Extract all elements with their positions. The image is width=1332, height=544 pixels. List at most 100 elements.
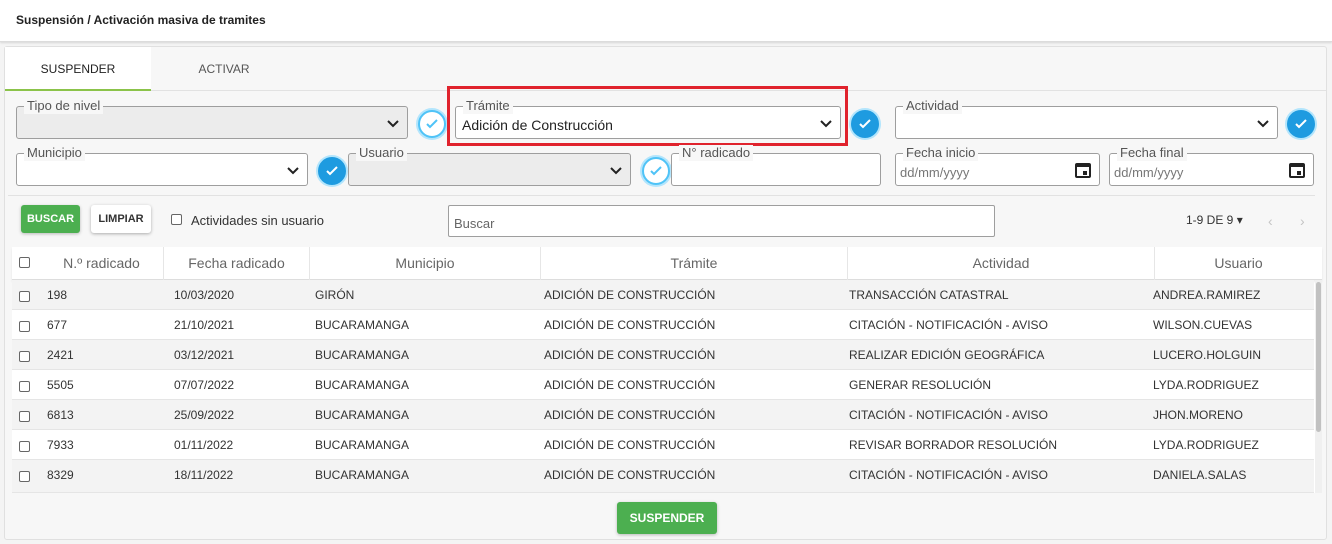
tramite-check-toggle[interactable]	[851, 110, 879, 138]
cell-usuario: LYDA.RODRIGUEZ	[1153, 438, 1259, 452]
table-scrollbar[interactable]	[1315, 280, 1322, 493]
n-radicado-input[interactable]: N° radicado	[671, 145, 881, 186]
filters-divider	[8, 195, 1315, 196]
cell-usuario: DANIELA.SALAS	[1153, 468, 1247, 482]
cell-fecha: 10/03/2020	[174, 288, 235, 302]
fecha-final-placeholder: dd/mm/yyyy	[1114, 165, 1184, 180]
actividad-select[interactable]: Actividad	[895, 98, 1278, 139]
prev-page-icon[interactable]: ‹	[1268, 213, 1273, 229]
row-checkbox[interactable]	[19, 471, 30, 482]
check-icon	[1295, 119, 1307, 129]
cell-municipio: BUCARAMANGA	[315, 318, 410, 332]
check-icon	[859, 119, 871, 129]
table-row[interactable]: 2421 03/12/2021 BUCARAMANGA ADICIÓN DE C…	[12, 340, 1314, 370]
cell-fecha: 03/12/2021	[174, 348, 235, 362]
cell-tramite: ADICIÓN DE CONSTRUCCIÓN	[544, 408, 716, 422]
municipio-label: Municipio	[24, 145, 85, 161]
scrollbar-thumb[interactable]	[1316, 282, 1321, 432]
cell-radicado: 5505	[47, 378, 74, 392]
cell-radicado: 677	[47, 318, 68, 332]
cell-radicado: 198	[47, 288, 68, 302]
tipo-nivel-check-toggle[interactable]	[418, 110, 446, 138]
cell-municipio: BUCARAMANGA	[315, 348, 410, 362]
col-usuario[interactable]: Usuario	[1155, 247, 1322, 280]
calendar-icon[interactable]	[1074, 161, 1092, 179]
select-all-checkbox[interactable]	[19, 257, 30, 268]
cell-usuario: WILSON.CUEVAS	[1153, 318, 1253, 332]
pagination-info[interactable]: 1-9 DE 9 ▾	[1186, 213, 1243, 227]
calendar-icon[interactable]	[1288, 161, 1306, 179]
col-municipio[interactable]: Municipio	[310, 247, 541, 280]
col-fecha[interactable]: Fecha radicado	[164, 247, 310, 280]
usuario-check-toggle[interactable]	[642, 157, 670, 185]
buscar-button[interactable]: BUSCAR	[21, 205, 80, 233]
check-icon	[650, 166, 662, 176]
page-title: Suspensión / Activación masiva de tramit…	[16, 13, 266, 27]
row-checkbox[interactable]	[19, 441, 30, 452]
table-header: N.º radicado Fecha radicado Municipio Tr…	[12, 247, 1322, 280]
actividad-label: Actividad	[903, 98, 962, 114]
check-icon	[326, 166, 338, 176]
cell-fecha: 01/11/2022	[174, 438, 234, 452]
fecha-final-label: Fecha final	[1117, 145, 1187, 161]
municipio-select[interactable]: Municipio	[16, 145, 308, 186]
cell-fecha: 07/07/2022	[174, 378, 235, 392]
table-row[interactable]: 198 10/03/2020 GIRÓN ADICIÓN DE CONSTRUC…	[12, 280, 1314, 310]
col-radicado[interactable]: N.º radicado	[40, 247, 164, 280]
cell-radicado: 7933	[47, 438, 74, 452]
cell-actividad: GENERAR RESOLUCIÓN	[849, 378, 992, 392]
cell-tramite: ADICIÓN DE CONSTRUCCIÓN	[544, 318, 716, 332]
row-checkbox[interactable]	[19, 381, 30, 392]
suspender-button[interactable]: SUSPENDER	[617, 502, 717, 534]
cell-tramite: ADICIÓN DE CONSTRUCCIÓN	[544, 288, 716, 302]
cell-tramite: ADICIÓN DE CONSTRUCCIÓN	[544, 468, 716, 482]
cell-usuario: ANDREA.RAMIREZ	[1153, 288, 1261, 302]
cell-municipio: BUCARAMANGA	[315, 468, 410, 482]
table-row[interactable]: 677 21/10/2021 BUCARAMANGA ADICIÓN DE CO…	[12, 310, 1314, 340]
tab-bar: SUSPENDER ACTIVAR	[5, 47, 1326, 91]
sin-usuario-label: Actividades sin usuario	[191, 213, 324, 228]
limpiar-button[interactable]: LIMPIAR	[91, 205, 151, 233]
next-page-icon[interactable]: ›	[1300, 213, 1305, 229]
chevron-down-icon	[287, 167, 299, 175]
search-input[interactable]: Buscar	[448, 205, 995, 237]
cell-fecha: 21/10/2021	[174, 318, 235, 332]
check-icon	[426, 119, 438, 129]
tab-activar[interactable]: ACTIVAR	[151, 47, 297, 91]
row-checkbox[interactable]	[19, 351, 30, 362]
table-row[interactable]: 6813 25/09/2022 BUCARAMANGA ADICIÓN DE C…	[12, 400, 1314, 430]
fecha-final-input[interactable]: Fecha final dd/mm/yyyy	[1109, 145, 1314, 186]
sin-usuario-checkbox[interactable]	[171, 214, 182, 225]
chevron-down-icon	[387, 120, 399, 128]
row-checkbox[interactable]	[19, 321, 30, 332]
tipo-nivel-select[interactable]: Tipo de nivel	[16, 98, 408, 139]
cell-actividad: REVISAR BORRADOR RESOLUCIÓN	[849, 438, 1058, 452]
table-row[interactable]: 8329 18/11/2022 BUCARAMANGA ADICIÓN DE C…	[12, 460, 1314, 493]
tipo-nivel-label: Tipo de nivel	[24, 98, 104, 114]
cell-actividad: TRANSACCIÓN CATASTRAL	[849, 288, 1009, 302]
cell-usuario: LUCERO.HOLGUIN	[1153, 348, 1262, 362]
tab-suspender[interactable]: SUSPENDER	[5, 47, 151, 91]
cell-radicado: 8329	[47, 468, 74, 482]
col-tramite[interactable]: Trámite	[541, 247, 848, 280]
cell-radicado: 2421	[47, 348, 74, 362]
search-placeholder: Buscar	[454, 216, 495, 231]
usuario-label: Usuario	[356, 145, 407, 161]
row-checkbox[interactable]	[19, 411, 30, 422]
cell-municipio: BUCARAMANGA	[315, 438, 410, 452]
cell-municipio: BUCARAMANGA	[315, 408, 410, 422]
fecha-inicio-input[interactable]: Fecha inicio dd/mm/yyyy	[895, 145, 1100, 186]
tramites-table: N.º radicado Fecha radicado Municipio Tr…	[12, 247, 1322, 493]
municipio-check-toggle[interactable]	[318, 157, 346, 185]
row-checkbox[interactable]	[19, 291, 30, 302]
chevron-down-icon	[1257, 120, 1269, 128]
cell-actividad: CITACIÓN - NOTIFICACIÓN - AVISO	[849, 468, 1048, 482]
col-actividad[interactable]: Actividad	[848, 247, 1155, 280]
cell-tramite: ADICIÓN DE CONSTRUCCIÓN	[544, 438, 716, 452]
usuario-select[interactable]: Usuario	[348, 145, 631, 186]
table-row[interactable]: 5505 07/07/2022 BUCARAMANGA ADICIÓN DE C…	[12, 370, 1314, 400]
cell-municipio: GIRÓN	[315, 288, 355, 302]
page-header: Suspensión / Activación masiva de tramit…	[0, 0, 1332, 42]
actividad-check-toggle[interactable]	[1287, 110, 1315, 138]
table-row[interactable]: 7933 01/11/2022 BUCARAMANGA ADICIÓN DE C…	[12, 430, 1314, 460]
